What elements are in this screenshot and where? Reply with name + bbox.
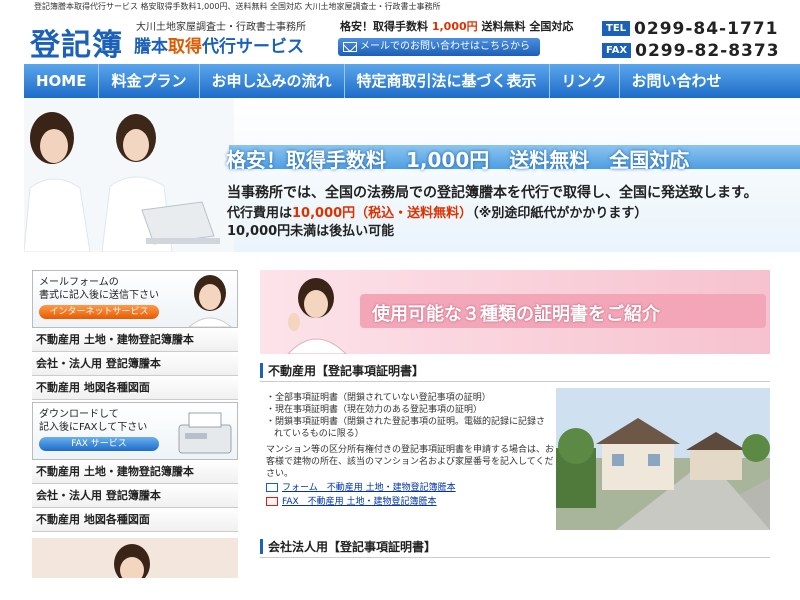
list-item: 全部事項証明書（閉鎖されていない登記事項の証明） xyxy=(266,392,554,404)
fax-block: FAX 0299-82-8373 xyxy=(602,40,780,61)
sidebar-link-realestate[interactable]: 不動産用 土地・建物登記簿謄本 xyxy=(32,328,238,352)
internet-service-banner[interactable]: メールフォームの 書式に記入後に送信下さい インターネットサービス xyxy=(32,270,238,328)
site-description: 登記簿謄本取得代行サービス 格安取得手数料1,000円、送料無料 全国対応 大川… xyxy=(34,2,441,11)
sidebar-person-image xyxy=(114,544,150,578)
mail-contact-label: メールでのお問い合わせはこちらから xyxy=(360,41,530,52)
fax-label: FAX xyxy=(602,43,632,58)
internet-service-pill: インターネットサービス xyxy=(39,305,159,319)
mansion-note: マンション等の区分所有権付きの登記事項証明書を申請する場合は、お客様で建物の所在… xyxy=(266,445,555,479)
sidebar-fax-link-realestate[interactable]: 不動産用 土地・建物登記簿謄本 xyxy=(32,460,238,484)
hero-headline: 格安！取得手数料 1,000円 送料無料 全国対応 xyxy=(226,148,690,172)
hero-fee-note: （※別途印紙代がかかります） xyxy=(472,206,648,221)
section-realestate-title: 不動産用【登記事項証明書】 xyxy=(260,360,770,382)
tagline-part-3: 代行サービス xyxy=(202,37,304,57)
tel-label: TEL xyxy=(602,21,631,36)
mail-contact-button[interactable]: メールでのお問い合わせはこちらから xyxy=(338,38,540,56)
mail-icon xyxy=(266,483,278,492)
section-realestate-text: 全部事項証明書（閉鎖されていない登記事項の証明） 現在事項証明書（現在効力のある… xyxy=(266,392,554,508)
sidebar-link-maps[interactable]: 不動産用 地図各種図面 xyxy=(32,376,238,400)
mail-icon xyxy=(343,42,357,52)
fax-banner-text: ダウンロードして 記入後にFAXして下さい xyxy=(39,408,147,434)
sidebar-fax-link-maps[interactable]: 不動産用 地図各種図面 xyxy=(32,508,238,532)
list-item: 現在事項証明書（現在効力のある登記事項の証明） xyxy=(266,404,554,416)
section-realestate: 全部事項証明書（閉鎖されていない登記事項の証明） 現在事項証明書（現在効力のある… xyxy=(260,388,770,530)
form-link-label: フォーム 不動産用 土地・建物登記簿謄本 xyxy=(282,483,456,493)
header: 登記簿 大川土地家屋調査士・行政書士事務所 謄本取得代行サービス 格安！取得手数… xyxy=(0,14,800,64)
fax-number: 0299-82-8373 xyxy=(635,40,780,61)
hero-line-3: 10,000円未満は後払い可能 xyxy=(227,224,395,239)
nav-links[interactable]: リンク xyxy=(550,64,620,98)
tagline-part-1: 謄本 xyxy=(134,37,168,57)
operator-photo xyxy=(188,275,232,327)
nav-flow[interactable]: お申し込みの流れ xyxy=(200,64,345,98)
operator-image xyxy=(287,278,347,354)
main-content: 使用可能な３種類の証明書をご紹介 不動産用【登記事項証明書】 全部事項証明書（閉… xyxy=(260,270,770,558)
list-item: 閉鎖事項証明書（閉鎖された登記事項の証明。電磁的記録に記録されているものに限る） xyxy=(266,416,554,440)
hero-photo xyxy=(24,98,234,252)
tel-number[interactable]: 0299-84-1771 xyxy=(634,19,778,39)
fax-service-banner[interactable]: ダウンロードして 記入後にFAXして下さい FAX サービス xyxy=(32,402,238,460)
site-logo[interactable]: 登記簿 xyxy=(30,20,123,64)
internet-banner-line-2: 書式に記入後に送信下さい xyxy=(39,290,159,301)
sidebar-fax-link-corporate[interactable]: 会社・法人用 登記簿謄本 xyxy=(32,484,238,508)
hero-banner: 格安！取得手数料 1,000円 送料無料 全国対応 当事務所では、全国の法務局で… xyxy=(24,98,800,252)
certificate-list: 全部事項証明書（閉鎖されていない登記事項の証明） 現在事項証明書（現在効力のある… xyxy=(266,392,554,440)
nav-pricing[interactable]: 料金プラン xyxy=(99,64,200,98)
certificate-banner: 使用可能な３種類の証明書をご紹介 xyxy=(260,270,770,354)
section-corporate-title: 会社法人用【登記事項証明書】 xyxy=(260,536,770,558)
hero-line-2: 代行費用は10,000円（税込・送料無料）（※別途印紙代がかかります） xyxy=(227,202,647,221)
sidebar-link-corporate[interactable]: 会社・法人用 登記簿謄本 xyxy=(32,352,238,376)
site-tagline: 謄本取得代行サービス xyxy=(134,32,304,57)
internet-banner-line-1: メールフォームの xyxy=(39,277,119,288)
pdf-icon xyxy=(266,497,278,506)
hero-fee-label: 代行費用は xyxy=(227,206,293,221)
form-realestate-link[interactable]: フォーム 不動産用 土地・建物登記簿謄本 xyxy=(266,482,554,494)
tel-block: TEL 0299-84-1771 xyxy=(602,18,778,39)
slogan-text: 格安！取得手数料 xyxy=(340,20,428,33)
fax-banner-line-2: 記入後にFAXして下さい xyxy=(39,422,148,433)
house-photo xyxy=(556,388,770,530)
sidebar-photo xyxy=(32,538,238,578)
banner-title: 使用可能な３種類の証明書をご紹介 xyxy=(372,304,660,325)
nav-home[interactable]: HOME xyxy=(24,64,100,98)
hero-line-1: 当事務所では、全国の法務局での登記簿謄本を代行で取得し、全国に発送致します。 xyxy=(227,185,758,201)
office-name: 大川土地家屋調査士・行政書士事務所 xyxy=(136,22,306,33)
hero-fee-amount: 10,000円（税込・送料無料） xyxy=(292,206,473,221)
fax-banner-line-1: ダウンロードして xyxy=(39,409,119,420)
fax-link-label: FAX 不動産用 土地・建物登記簿謄本 xyxy=(282,497,437,507)
tagline-part-2: 取得 xyxy=(168,37,202,57)
fax-machine-icon xyxy=(178,412,232,454)
header-slogan: 格安！取得手数料 1,000円 送料無料 全国対応 xyxy=(340,18,573,34)
slogan-price: 1,000円 xyxy=(431,20,478,33)
nav-legal[interactable]: 特定商取引法に基づく表示 xyxy=(345,64,550,98)
slogan-text-2: 送料無料 全国対応 xyxy=(481,20,574,33)
nav-contact[interactable]: お問い合わせ xyxy=(620,64,734,98)
internet-banner-text: メールフォームの 書式に記入後に送信下さい xyxy=(39,276,159,302)
fax-realestate-link[interactable]: FAX 不動産用 土地・建物登記簿謄本 xyxy=(266,496,554,508)
main-nav: HOME 料金プラン お申し込みの流れ 特定商取引法に基づく表示 リンク お問い… xyxy=(24,64,800,98)
fax-service-pill: FAX サービス xyxy=(39,437,159,451)
sidebar: メールフォームの 書式に記入後に送信下さい インターネットサービス 不動産用 土… xyxy=(32,270,238,578)
